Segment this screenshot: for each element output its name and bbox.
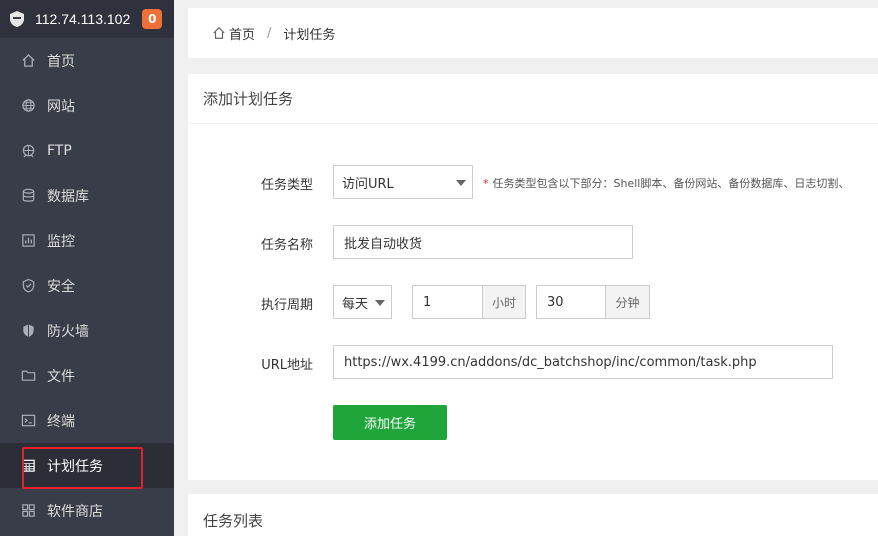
sidebar-item-website[interactable]: 网站 <box>0 83 174 128</box>
sidebar-item-security[interactable]: 安全 <box>0 263 174 308</box>
firewall-icon <box>20 323 36 339</box>
breadcrumb-home-link[interactable]: 首页 <box>229 24 255 43</box>
task-list-title: 任务列表 <box>203 512 264 530</box>
grid-icon <box>20 503 36 519</box>
sidebar-item-label: 终端 <box>47 413 75 430</box>
task-name-input[interactable]: 批发自动收货 <box>333 225 633 259</box>
cycle-value: 每天 <box>342 296 369 312</box>
monitor-icon <box>20 233 36 249</box>
sidebar-header: 112.74.113.102 0 <box>0 0 174 38</box>
url-label: URL地址 <box>261 358 313 373</box>
chevron-down-icon <box>456 180 466 186</box>
sidebar-item-firewall[interactable]: 防火墙 <box>0 308 174 353</box>
hour-input[interactable]: 1 <box>412 285 483 319</box>
shield-icon <box>20 278 36 294</box>
cycle-select[interactable]: 每天 <box>333 285 392 319</box>
breadcrumb: 首页 / 计划任务 <box>188 8 878 58</box>
sidebar-item-label: 监控 <box>47 233 75 250</box>
notification-badge[interactable]: 0 <box>142 9 163 29</box>
required-star: * <box>483 177 489 190</box>
sidebar-item-store[interactable]: 软件商店 <box>0 488 174 533</box>
sidebar-item-label: 软件商店 <box>47 503 103 520</box>
folder-icon <box>20 368 36 384</box>
sidebar-item-label: 首页 <box>47 53 75 70</box>
sidebar-menu: 首页 网站 FTP 数据库 监控 安全 防火墙 文件 终端 计划任务 软件商店 <box>0 38 174 533</box>
task-type-label: 任务类型 <box>260 178 313 193</box>
minute-input[interactable]: 30 <box>536 285 606 319</box>
home-icon <box>20 53 36 69</box>
terminal-icon <box>20 413 36 429</box>
sidebar-item-label: 网站 <box>47 98 75 115</box>
task-type-hint: * 任务类型包含以下部分：Shell脚本、备份网站、备份数据库、日志切割、 <box>483 175 849 191</box>
logo-shield-icon <box>8 10 26 28</box>
database-icon <box>20 188 36 204</box>
sidebar-item-ftp[interactable]: FTP <box>0 128 174 173</box>
sidebar-item-database[interactable]: 数据库 <box>0 173 174 218</box>
sidebar: 112.74.113.102 0 首页 网站 FTP 数据库 监控 安全 防火墙… <box>0 0 174 536</box>
breadcrumb-current: 计划任务 <box>283 27 336 43</box>
task-type-hint-text: 任务类型包含以下部分：Shell脚本、备份网站、备份数据库、日志切割、 <box>492 177 850 190</box>
sidebar-item-files[interactable]: 文件 <box>0 353 174 398</box>
breadcrumb-home-icon <box>212 26 226 40</box>
task-type-value: 访问URL <box>342 176 394 192</box>
chevron-down-icon <box>375 300 385 306</box>
task-name-label: 任务名称 <box>260 238 313 253</box>
sidebar-item-label: 防火墙 <box>47 323 89 340</box>
sidebar-item-label: 数据库 <box>47 188 89 205</box>
add-task-title: 添加计划任务 <box>188 74 878 124</box>
task-type-select[interactable]: 访问URL <box>333 165 473 199</box>
task-list-panel: 任务列表 <box>188 494 878 536</box>
sidebar-item-label: FTP <box>47 142 72 159</box>
sidebar-item-monitor[interactable]: 监控 <box>0 218 174 263</box>
cycle-label: 执行周期 <box>260 298 313 313</box>
sidebar-item-cron[interactable]: 计划任务 <box>0 443 174 488</box>
hour-unit: 小时 <box>482 285 526 319</box>
ftp-icon <box>20 143 36 159</box>
url-input[interactable]: https://wx.4199.cn/addons/dc_batchshop/i… <box>333 345 833 379</box>
sidebar-item-label: 计划任务 <box>47 458 103 475</box>
calendar-icon <box>20 458 36 474</box>
globe-icon <box>20 98 36 114</box>
add-task-button[interactable]: 添加任务 <box>333 405 447 440</box>
add-task-panel: 添加计划任务 任务类型 访问URL * 任务类型包含以下部分：Shell脚本、备份… <box>188 74 878 480</box>
sidebar-item-home[interactable]: 首页 <box>0 38 174 83</box>
server-ip: 112.74.113.102 <box>35 11 131 27</box>
sidebar-item-label: 文件 <box>47 368 75 385</box>
breadcrumb-separator: / <box>267 25 272 41</box>
sidebar-item-terminal[interactable]: 终端 <box>0 398 174 443</box>
minute-unit: 分钟 <box>605 285 650 319</box>
sidebar-item-label: 安全 <box>47 278 75 295</box>
